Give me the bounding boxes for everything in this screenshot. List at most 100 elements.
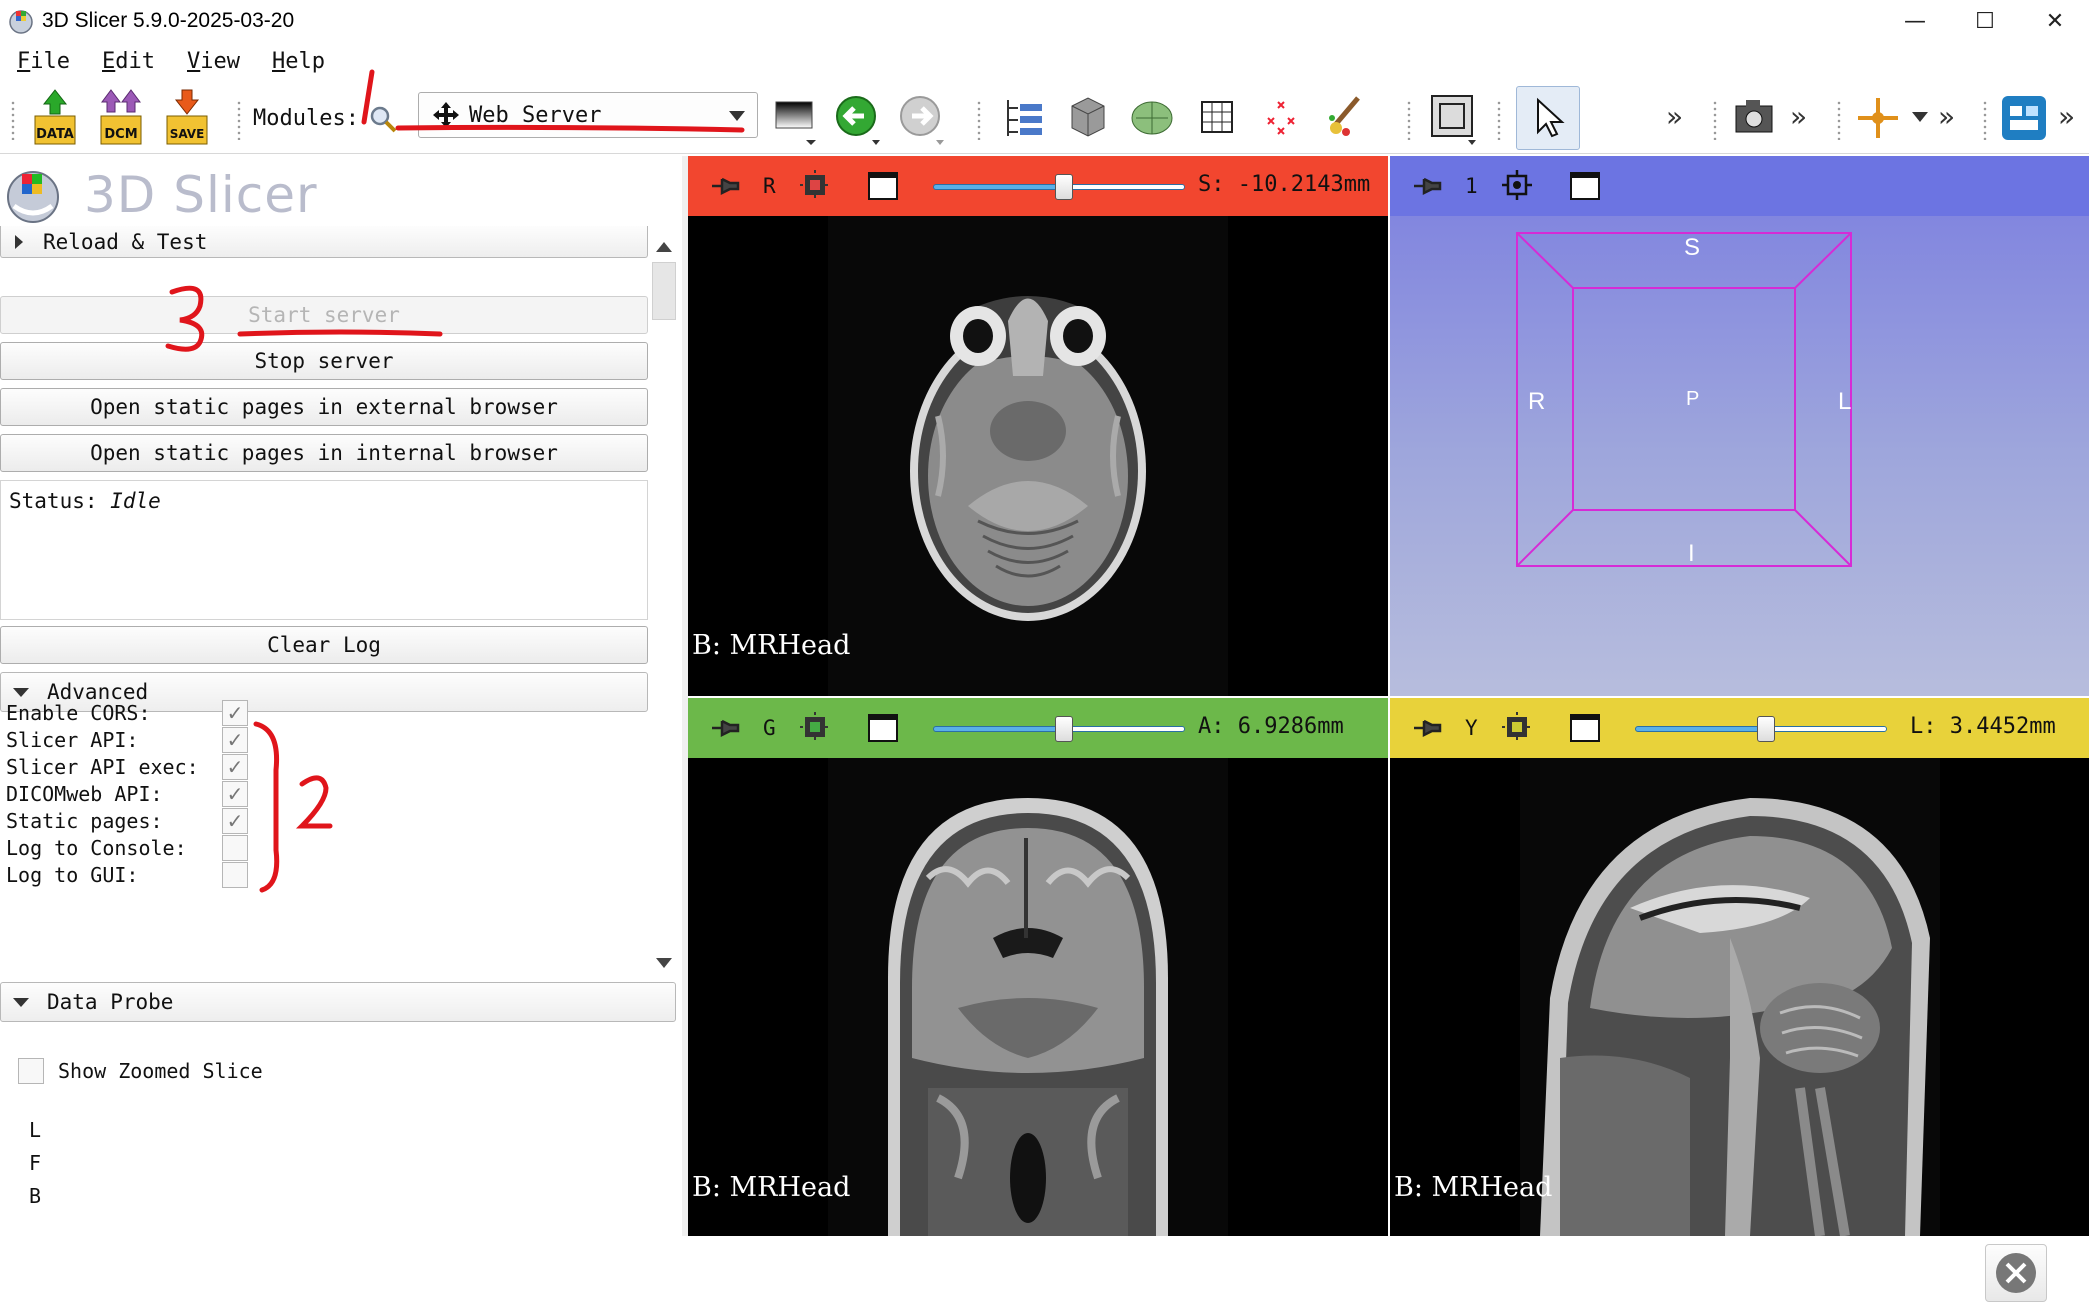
advanced-option-checkbox[interactable]: ✓	[222, 754, 248, 780]
advanced-option-checkbox[interactable]	[222, 835, 248, 861]
data-tree-button[interactable]	[1000, 88, 1048, 148]
red-slice-view[interactable]: R S: -10.2143mm B: MRHead	[688, 156, 1388, 696]
toolbar-overflow-button[interactable]: »	[2058, 100, 2075, 133]
toolbar-grip[interactable]	[1982, 100, 1988, 140]
green-slider-handle[interactable]	[1055, 716, 1073, 742]
segment-editor-button[interactable]	[1322, 88, 1370, 148]
chevron-down-icon	[13, 687, 29, 697]
toolbar-grip[interactable]	[236, 100, 242, 140]
maximize-view-icon[interactable]	[1570, 172, 1600, 200]
window-level-icon	[775, 101, 816, 145]
scrollbar-thumb[interactable]	[652, 262, 676, 320]
volumes-button[interactable]	[1064, 88, 1112, 148]
toolbar-grip[interactable]	[10, 100, 16, 140]
crosshair-button[interactable]	[1854, 88, 1902, 148]
menu-view[interactable]: View	[187, 49, 240, 74]
module-search-button[interactable]	[368, 104, 398, 134]
clear-log-button[interactable]: Clear Log	[0, 626, 648, 664]
advanced-option-label: Static pages:	[6, 809, 163, 833]
crosshair-dropdown-icon[interactable]	[1912, 112, 1928, 122]
scroll-up-icon[interactable]	[656, 242, 672, 252]
green-slice-view[interactable]: G A: 6.9286mm B: MRHead	[688, 698, 1388, 1236]
red-slice-slider[interactable]	[933, 174, 1185, 200]
arrow-left-icon	[836, 96, 880, 145]
close-floating-button[interactable]	[1985, 1244, 2047, 1302]
open-external-label: Open static pages in external browser	[90, 395, 558, 419]
pin-icon[interactable]	[1412, 174, 1442, 198]
transforms-button[interactable]	[1194, 88, 1242, 148]
yellow-slice-slider[interactable]	[1635, 716, 1887, 742]
maximize-view-icon[interactable]	[868, 172, 898, 200]
camera-icon	[1735, 100, 1773, 133]
toolbar-grip[interactable]	[976, 100, 982, 140]
axial-slice-image	[828, 216, 1228, 696]
stop-server-button[interactable]: Stop server	[0, 342, 648, 380]
pin-icon[interactable]	[1412, 716, 1442, 740]
mouse-mode-select-button[interactable]	[1516, 86, 1580, 150]
probe-coordinates: L F B	[29, 1114, 41, 1213]
toolbar-grip[interactable]	[1836, 100, 1842, 140]
yellow-view-caption: B: MRHead	[1394, 1172, 1553, 1203]
module-selector[interactable]: Web Server	[418, 92, 758, 138]
center-view-icon[interactable]	[1502, 170, 1532, 200]
save-button[interactable]: SAVE	[162, 88, 212, 148]
back-button[interactable]	[834, 88, 882, 148]
advanced-option-checkbox[interactable]: ✓	[222, 700, 248, 726]
toolbar-overflow-button[interactable]: »	[1938, 100, 1955, 133]
advanced-option-checkbox[interactable]: ✓	[222, 781, 248, 807]
advanced-option-checkbox[interactable]: ✓	[222, 808, 248, 834]
pin-icon[interactable]	[710, 716, 740, 740]
cube-icon	[1071, 97, 1105, 137]
maximize-button[interactable]: ☐	[1950, 0, 2020, 42]
markups-button[interactable]	[1258, 88, 1306, 148]
open-external-browser-button[interactable]: Open static pages in external browser	[0, 388, 648, 426]
load-data-button[interactable]: DATA	[30, 88, 80, 148]
toolbar-overflow-button[interactable]: »	[1790, 100, 1807, 133]
menu-bar: File Edit View Help	[0, 44, 340, 78]
toolbar-grip[interactable]	[1496, 100, 1502, 140]
green-slice-slider[interactable]	[933, 716, 1185, 742]
data-probe-section[interactable]: Data Probe	[0, 982, 676, 1022]
slice-options-icon[interactable]	[800, 170, 830, 200]
advanced-option-row: Slicer API exec: ✓	[6, 752, 248, 782]
scroll-down-icon[interactable]	[656, 958, 672, 968]
dicom-button[interactable]: DCM	[96, 88, 146, 148]
menu-help[interactable]: Help	[272, 49, 325, 74]
menu-file[interactable]: File	[17, 49, 70, 74]
yellow-slider-handle[interactable]	[1757, 716, 1775, 742]
toolbar-grip[interactable]	[1406, 100, 1412, 140]
yellow-slice-offset: L: 3.4452mm	[1910, 714, 2056, 739]
close-window-button[interactable]: ✕	[2020, 0, 2089, 42]
slice-options-icon[interactable]	[1502, 712, 1532, 742]
start-server-button[interactable]: Start server	[0, 296, 648, 334]
models-button[interactable]	[1128, 88, 1176, 148]
toolbar-grip[interactable]	[1712, 100, 1718, 140]
maximize-view-icon[interactable]	[868, 714, 898, 742]
pin-icon[interactable]	[710, 174, 740, 198]
sagittal-slice-image	[1520, 758, 1940, 1236]
layout-button[interactable]	[1428, 88, 1478, 148]
menu-edit[interactable]: Edit	[102, 49, 155, 74]
advanced-option-checkbox[interactable]: ✓	[222, 727, 248, 753]
advanced-option-checkbox[interactable]	[222, 862, 248, 888]
reload-test-section[interactable]: Reload & Test	[0, 226, 648, 258]
yellow-slice-view[interactable]: Y L: 3.4452mm B: MRHead	[1390, 698, 2089, 1236]
red-slider-handle[interactable]	[1055, 174, 1073, 200]
show-zoomed-slice-row[interactable]: Show Zoomed Slice	[18, 1058, 263, 1084]
panel-scrollbar[interactable]	[650, 234, 676, 974]
minimize-button[interactable]: —	[1880, 0, 1950, 42]
status-log: Status: Idle	[0, 480, 648, 620]
show-zoomed-slice-checkbox[interactable]	[18, 1058, 44, 1084]
toolbar-overflow-button[interactable]: »	[1666, 100, 1683, 133]
screenshot-button[interactable]	[1730, 88, 1778, 148]
maximize-view-icon[interactable]	[1570, 714, 1600, 742]
forward-button[interactable]	[898, 88, 946, 148]
menu-edit-label: dit	[115, 48, 155, 74]
open-internal-browser-button[interactable]: Open static pages in internal browser	[0, 434, 648, 472]
window-level-button[interactable]	[772, 88, 820, 148]
slice-options-icon[interactable]	[800, 712, 830, 742]
threed-bounding-box	[1516, 232, 1852, 567]
slicer-logo: 3D Slicer	[4, 162, 318, 228]
threed-view[interactable]: 1 S R P L I	[1390, 156, 2089, 696]
extensions-button[interactable]	[2000, 88, 2048, 148]
